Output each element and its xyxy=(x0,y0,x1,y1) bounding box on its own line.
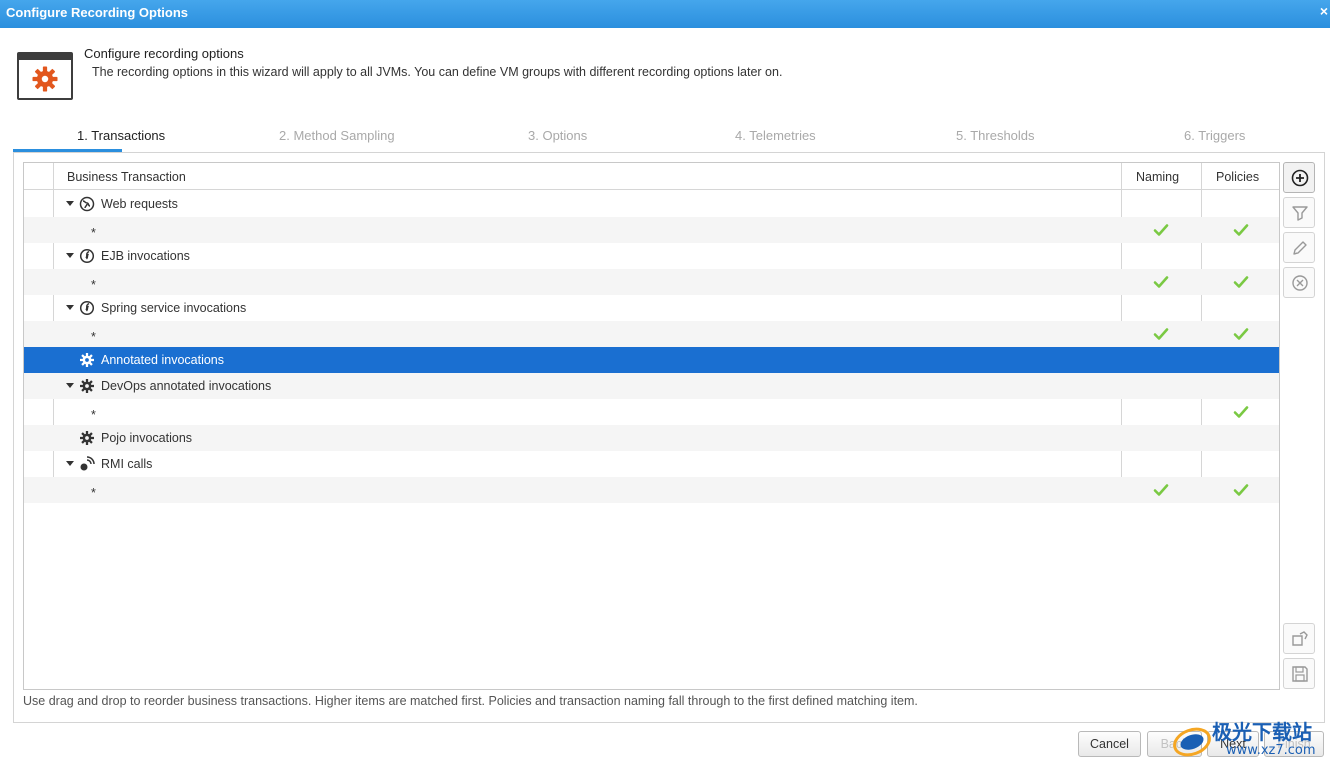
table-row[interactable]: RMI calls xyxy=(24,451,1279,477)
gear-icon xyxy=(79,430,95,446)
row-label: RMI calls xyxy=(101,457,153,471)
save-icon xyxy=(1292,666,1308,682)
policies-check-icon xyxy=(1233,222,1249,238)
filter-icon xyxy=(1292,206,1308,221)
java-icon xyxy=(79,248,95,264)
column-header-policies[interactable]: Policies xyxy=(1216,170,1259,184)
wizard-tabs: 1. Transactions 2. Method Sampling 3. Op… xyxy=(13,125,1325,153)
row-label: Web requests xyxy=(101,197,178,211)
row-label: * xyxy=(91,226,96,240)
table-row[interactable]: DevOps annotated invocations xyxy=(24,373,1279,399)
expand-arrow-icon[interactable] xyxy=(66,383,74,388)
close-icon[interactable]: × xyxy=(1320,3,1328,19)
tab-thresholds[interactable]: 5. Thresholds xyxy=(956,128,1035,143)
naming-check-icon xyxy=(1153,326,1169,342)
gear-icon xyxy=(79,378,95,394)
table-header: Business Transaction Naming Policies xyxy=(24,163,1279,190)
rmi-icon xyxy=(79,456,95,472)
gear-icon xyxy=(79,352,95,368)
tab-options[interactable]: 3. Options xyxy=(528,128,587,143)
expand-arrow-icon[interactable] xyxy=(66,201,74,206)
policies-check-icon xyxy=(1233,274,1249,290)
row-label: * xyxy=(91,330,96,344)
table-row[interactable]: * xyxy=(24,399,1279,425)
table-row[interactable]: * xyxy=(24,477,1279,503)
page-title: Configure recording options xyxy=(84,46,244,61)
policies-check-icon xyxy=(1233,482,1249,498)
edit-icon xyxy=(1293,241,1307,255)
row-label: DevOps annotated invocations xyxy=(101,379,272,393)
table-row[interactable]: * xyxy=(24,269,1279,295)
table-row[interactable]: Annotated invocations xyxy=(24,347,1279,373)
tab-telemetries[interactable]: 4. Telemetries xyxy=(735,128,816,143)
table-row[interactable]: * xyxy=(24,321,1279,347)
add-button[interactable] xyxy=(1283,162,1315,193)
export-icon xyxy=(1292,631,1308,646)
edit-button[interactable] xyxy=(1283,232,1315,263)
remove-icon xyxy=(1292,275,1308,291)
save-button[interactable] xyxy=(1283,658,1315,689)
row-label: EJB invocations xyxy=(101,249,190,263)
table-row[interactable]: * xyxy=(24,217,1279,243)
tab-transactions[interactable]: 1. Transactions xyxy=(77,128,165,143)
remove-button[interactable] xyxy=(1283,267,1315,298)
page-description: The recording options in this wizard wil… xyxy=(92,65,783,79)
row-label: Annotated invocations xyxy=(101,353,225,367)
title-bar: Configure Recording Options × xyxy=(0,0,1330,28)
watermark: 极光下载站 www.xz7.com xyxy=(1170,716,1330,764)
row-label: * xyxy=(91,408,96,422)
policies-check-icon xyxy=(1233,404,1249,420)
business-transactions-table[interactable]: Business Transaction Naming Policies Web… xyxy=(23,162,1280,690)
table-rows: Web requests * EJB invocations * Spring serv… xyxy=(24,191,1279,503)
expand-arrow-icon[interactable] xyxy=(66,253,74,258)
column-header-naming[interactable]: Naming xyxy=(1136,170,1179,184)
table-row[interactable]: Spring service invocations xyxy=(24,295,1279,321)
active-tab-indicator xyxy=(13,149,122,152)
table-row[interactable]: EJB invocations xyxy=(24,243,1279,269)
table-row[interactable]: Pojo invocations xyxy=(24,425,1279,451)
globe-icon xyxy=(79,196,95,212)
expand-arrow-icon[interactable] xyxy=(66,305,74,310)
row-label: Spring service invocations xyxy=(101,301,247,315)
naming-check-icon xyxy=(1153,482,1169,498)
watermark-url: www.xz7.com xyxy=(1226,743,1316,758)
expand-arrow-icon[interactable] xyxy=(66,461,74,466)
drag-drop-hint: Use drag and drop to reorder business tr… xyxy=(23,694,918,708)
row-label: Pojo invocations xyxy=(101,431,193,445)
watermark-title: 极光下载站 xyxy=(1212,720,1312,744)
cancel-button[interactable]: Cancel xyxy=(1078,731,1141,757)
filter-button[interactable] xyxy=(1283,197,1315,228)
java-icon xyxy=(79,300,95,316)
tab-triggers[interactable]: 6. Triggers xyxy=(1184,128,1245,143)
window-title: Configure Recording Options xyxy=(6,5,188,20)
row-label: * xyxy=(91,486,96,500)
naming-check-icon xyxy=(1153,274,1169,290)
window-gear-icon xyxy=(17,52,73,100)
watermark-logo-icon xyxy=(1173,727,1211,757)
tab-method-sampling[interactable]: 2. Method Sampling xyxy=(279,128,395,143)
add-icon xyxy=(1291,169,1309,187)
table-row[interactable]: Web requests xyxy=(24,191,1279,217)
row-label: * xyxy=(91,278,96,292)
naming-check-icon xyxy=(1153,222,1169,238)
policies-check-icon xyxy=(1233,326,1249,342)
column-header-business-transaction[interactable]: Business Transaction xyxy=(67,170,186,184)
export-button[interactable] xyxy=(1283,623,1315,654)
